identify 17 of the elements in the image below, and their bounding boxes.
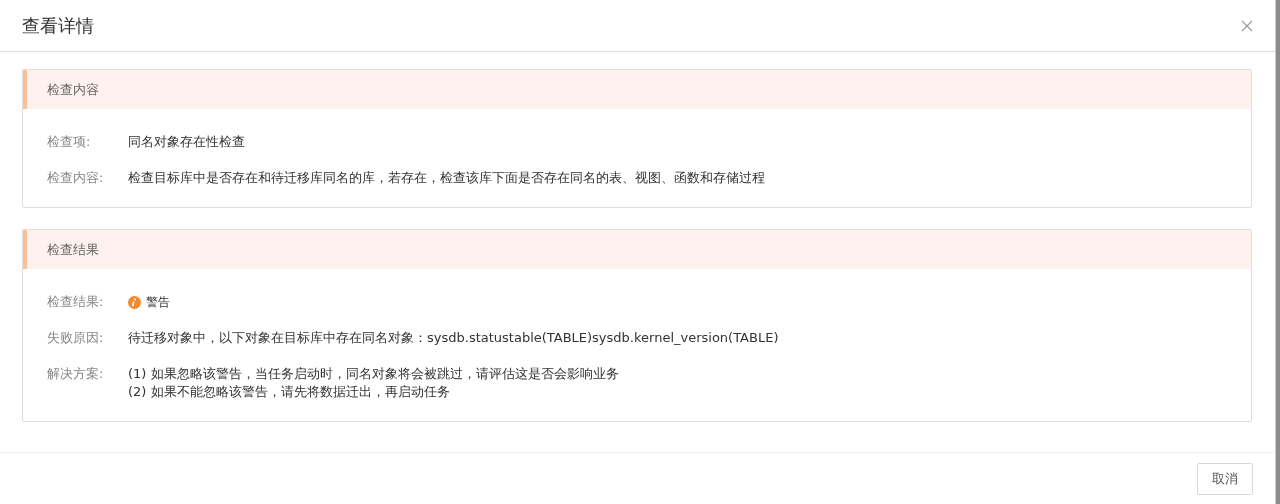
field-label: 检查内容: bbox=[47, 169, 105, 187]
field-label: 检查结果: bbox=[47, 293, 105, 311]
field-value: 待迁移对象中，以下对象在目标库中存在同名对象：sysdb.statustable(TABLE)sysdb.kernel_version(TABLE) bbox=[128, 329, 779, 347]
close-icon[interactable] bbox=[1241, 19, 1253, 32]
solution-line: (1) 如果忽略该警告，当任务启动时，同名对象将会被跳过，请评估这是否会影响业务 bbox=[128, 365, 619, 383]
section-title: 检查内容 bbox=[23, 70, 1251, 109]
field-label: 解决方案: bbox=[47, 365, 105, 383]
section-title: 检查结果 bbox=[23, 230, 1251, 269]
cancel-button[interactable]: 取消 bbox=[1197, 462, 1253, 495]
field-label: 失败原因: bbox=[47, 329, 105, 347]
status-text: 警告 bbox=[146, 294, 170, 311]
info-icon bbox=[128, 295, 141, 309]
solution-line: (2) 如果不能忽略该警告，请先将数据迁出，再启动任务 bbox=[128, 383, 451, 401]
field-value: 同名对象存在性检查 bbox=[128, 133, 245, 151]
dialog-title: 查看详情 bbox=[22, 13, 94, 38]
field-value: 检查目标库中是否存在和待迁移库同名的库，若存在，检查该库下面是否存在同名的表、视图、函数和存储过程 bbox=[128, 169, 765, 187]
field-label: 检查项: bbox=[47, 133, 92, 151]
